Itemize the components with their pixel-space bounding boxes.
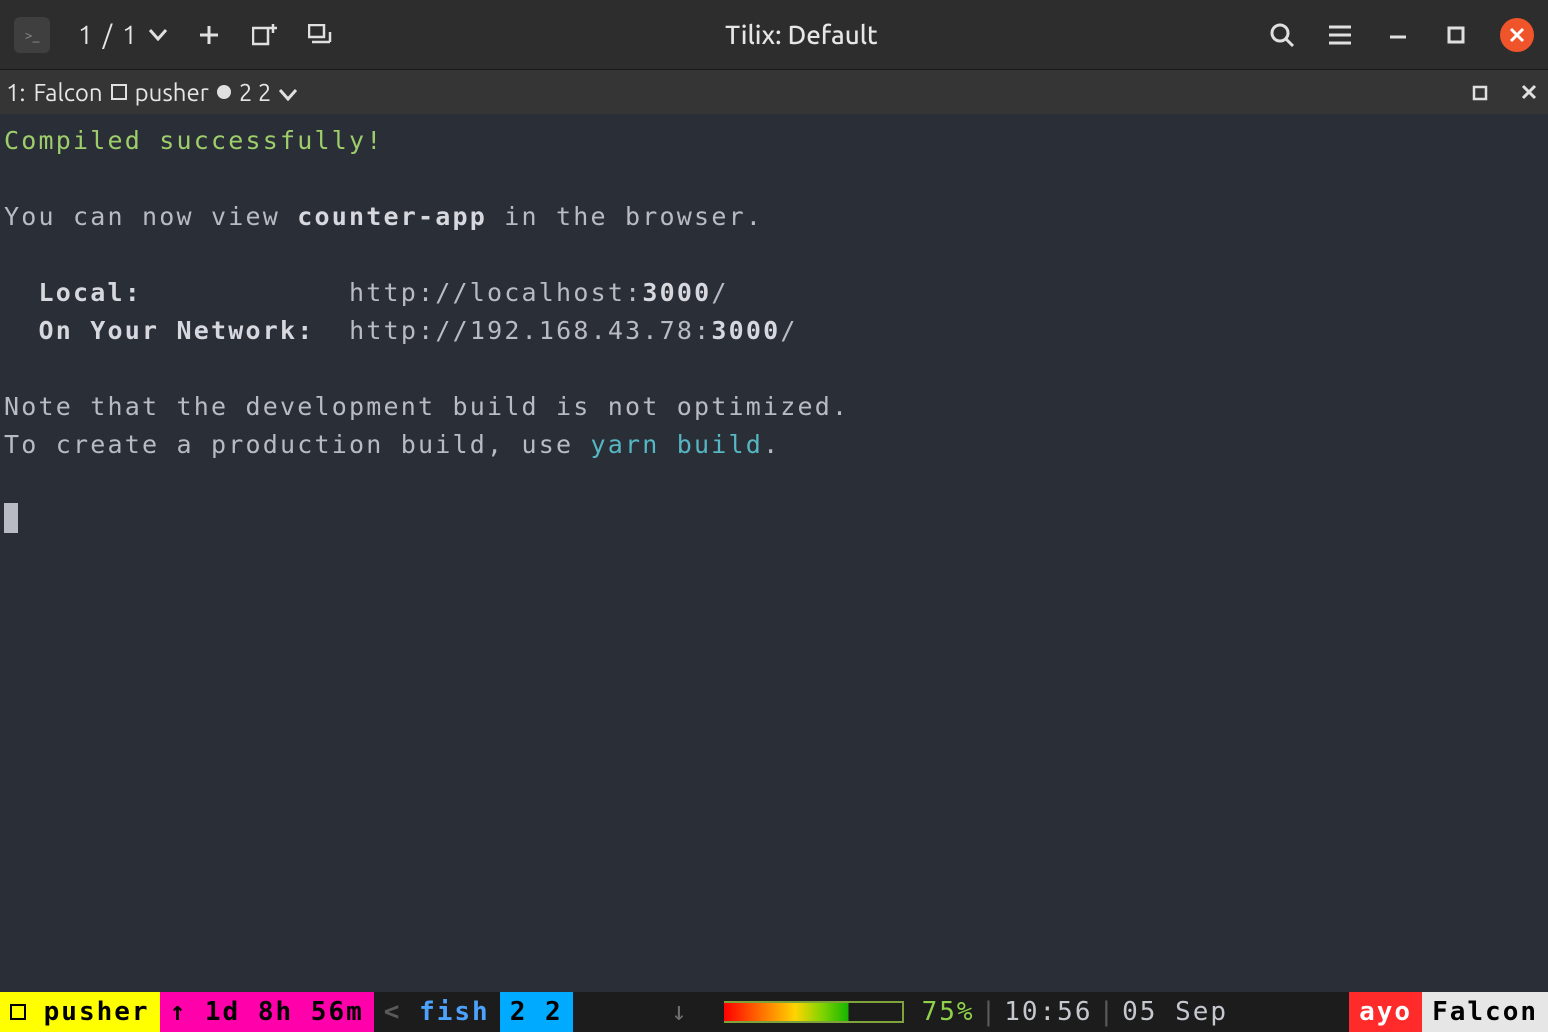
split-right-icon xyxy=(252,24,278,46)
local-port: 3000 xyxy=(642,278,711,307)
prod-cmd: yarn build xyxy=(591,430,764,459)
add-tab-button[interactable] xyxy=(195,21,223,49)
square-icon xyxy=(10,1004,26,1020)
network-port: 3000 xyxy=(711,316,780,345)
window-title: Tilix: Default xyxy=(363,20,1240,49)
dot-icon xyxy=(217,85,231,99)
window-pane-value: 2 2 xyxy=(510,992,563,1032)
status-time: 10:56 xyxy=(1004,992,1092,1032)
tab-host: Falcon xyxy=(33,79,102,106)
status-shell: < fish xyxy=(374,992,500,1032)
close-icon xyxy=(1520,83,1538,101)
note-line: Note that the development build is not o… xyxy=(4,392,849,421)
hamburger-menu-button[interactable] xyxy=(1326,21,1354,49)
shell-name: fish xyxy=(419,992,490,1032)
status-date: 05 Sep xyxy=(1122,992,1228,1032)
add-pane-right-button[interactable] xyxy=(251,21,279,49)
add-pane-down-button[interactable] xyxy=(307,21,335,49)
tab-winpane: 2 2 xyxy=(239,79,272,106)
status-session[interactable]: pusher xyxy=(0,992,160,1032)
status-host: Falcon xyxy=(1422,992,1548,1032)
close-icon xyxy=(1508,26,1526,44)
chevron-down-icon xyxy=(279,79,297,106)
compiled-line: Compiled successfully! xyxy=(4,126,384,155)
local-label: Local: xyxy=(39,278,143,307)
minimize-button[interactable] xyxy=(1384,21,1412,49)
chevron-down-icon xyxy=(149,29,167,41)
window-titlebar: >_ 1 / 1 Tilix: Default xyxy=(0,0,1548,70)
status-session-name: pusher xyxy=(44,992,150,1032)
app-name: counter-app xyxy=(297,202,487,231)
maximize-icon xyxy=(1447,26,1465,44)
hamburger-icon xyxy=(1327,24,1353,46)
square-icon xyxy=(111,84,127,100)
cursor-icon xyxy=(4,503,18,533)
arrow-up-icon: ↑ xyxy=(170,992,188,1032)
search-icon xyxy=(1269,22,1295,48)
tmux-status-bar: pusher ↑ 1d 8h 56m < fish 2 2 ↓ 75%|10:5… xyxy=(0,992,1548,1032)
host-name: Falcon xyxy=(1432,992,1538,1032)
battery-pct: 75% xyxy=(922,992,975,1032)
local-url-pre: http://localhost: xyxy=(349,278,642,307)
pane-switcher[interactable]: 1 / 1 xyxy=(78,20,167,49)
prod-suffix: . xyxy=(763,430,780,459)
status-user: ayo xyxy=(1349,992,1422,1032)
minimize-icon xyxy=(1388,25,1408,45)
tab-session: pusher xyxy=(135,79,209,106)
terminal-output[interactable]: Compiled successfully! You can now view … xyxy=(0,114,1548,992)
maximize-button[interactable] xyxy=(1442,21,1470,49)
app-icon: >_ xyxy=(14,17,50,53)
battery-bar-icon xyxy=(724,1001,904,1023)
close-button[interactable] xyxy=(1500,18,1534,52)
status-uptime: ↑ 1d 8h 56m xyxy=(160,992,374,1032)
view-suffix: in the browser. xyxy=(487,202,763,231)
tab-maximize-button[interactable] xyxy=(1472,79,1488,106)
tab-bar: 1: Falcon pusher 2 2 xyxy=(0,70,1548,114)
view-prefix: You can now view xyxy=(4,202,297,231)
status-window-pane[interactable]: 2 2 xyxy=(500,992,573,1032)
local-url-post: / xyxy=(711,278,728,307)
pane-indicator: 1 / 1 xyxy=(78,20,139,49)
uptime-value: 1d 8h 56m xyxy=(205,992,364,1032)
split-down-icon xyxy=(308,24,334,46)
tab-close-button[interactable] xyxy=(1520,79,1538,106)
maximize-icon xyxy=(1472,85,1488,101)
network-url-pre: http://192.168.43.78: xyxy=(349,316,711,345)
status-right: ↓ 75%|10:56|05 Sep xyxy=(573,992,1349,1032)
prod-prefix: To create a production build, use xyxy=(4,430,591,459)
network-url-post: / xyxy=(780,316,797,345)
search-button[interactable] xyxy=(1268,21,1296,49)
tab-active[interactable]: 1: Falcon pusher 2 2 xyxy=(6,79,297,106)
network-label: On Your Network: xyxy=(39,316,315,345)
terminal-glyph-icon: >_ xyxy=(25,27,40,43)
tab-index: 1: xyxy=(6,79,25,106)
plus-icon xyxy=(198,24,220,46)
user-name: ayo xyxy=(1359,992,1412,1032)
arrow-down-icon: ↓ xyxy=(671,992,689,1032)
